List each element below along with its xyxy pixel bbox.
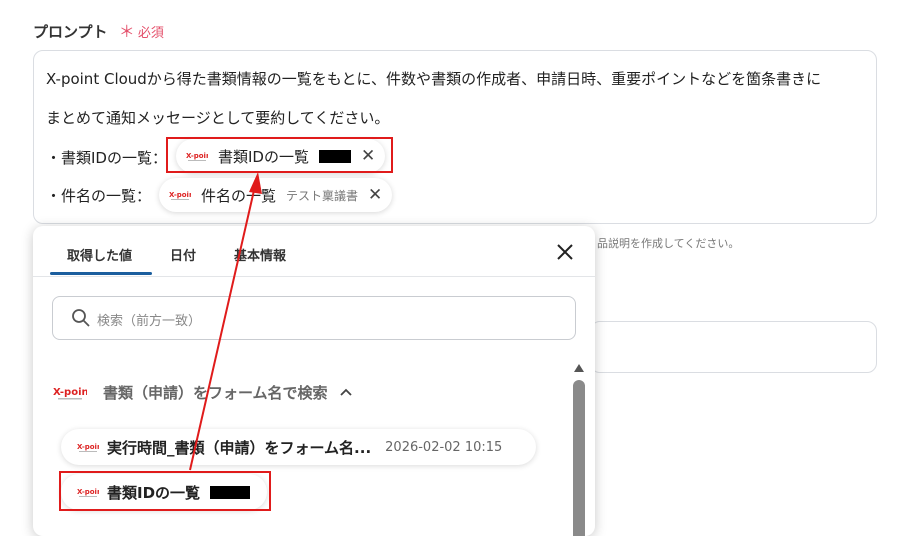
list-item[interactable]: X-point 実行時間_書類（申請）をフォーム名... 2026-02-02 … [61,429,536,465]
highlight-box-chip [166,137,393,173]
chip-value: テスト稟議書 [286,188,359,203]
group-header[interactable]: X-point 書類（申請）をフォーム名で検索 [53,382,352,403]
active-tab-indicator [50,272,152,275]
chip-label: 件名の一覧 [201,186,277,205]
close-icon[interactable] [555,242,575,266]
variable-chip-subjects[interactable]: X-point 件名の一覧 テスト稟議書 ✕ [159,178,393,212]
highlight-box-item [59,471,271,511]
required-text: 必須 [137,26,164,41]
svg-text:X-point: X-point [77,443,99,451]
chevron-up-icon[interactable] [339,385,352,399]
prompt-line-4: ・件名の一覧： [46,187,152,205]
svg-text:X-point: X-point [53,387,87,398]
search-input[interactable]: 検索（前方一致） [52,296,576,340]
scrollbar-thumb[interactable] [573,380,585,536]
group-title: 書類（申請）をフォーム名で検索 [103,384,328,402]
prompt-line-2: まとめて通知メッセージとして要約してください。 [46,109,390,127]
required-star: ＊ [118,22,135,41]
prompt-line-1: X-point Cloudから得た書類情報の一覧をもとに、件数や書類の作成者、申… [46,70,822,88]
field-label: プロンプト ＊必須 [33,18,164,42]
prompt-line-3: ・書類IDの一覧： [46,149,167,167]
item-label: 実行時間_書類（申請）をフォーム名... [107,438,372,457]
search-placeholder: 検索（前方一致） [97,314,202,329]
tab-date[interactable]: 日付 [170,245,196,264]
tab-bar: 取得した値 日付 基本情報 [33,226,595,277]
tab-basic-info[interactable]: 基本情報 [234,245,286,264]
field-label-text: プロンプト [33,23,108,41]
field-hint: 品説明を作成してください。 [597,237,740,250]
next-field-input[interactable] [590,321,877,373]
scroll-up-arrow[interactable] [574,364,584,372]
remove-chip-icon[interactable]: ✕ [368,185,382,205]
x-point-logo-icon: X-point [77,440,106,454]
required-badge: ＊必須 [119,22,164,41]
tab-acquired-values[interactable]: 取得した値 [67,245,132,264]
item-value: 2026-02-02 10:15 [385,439,503,455]
x-point-logo-icon: X-point [169,188,191,202]
search-icon [71,308,91,332]
x-point-logo-icon: X-point [53,383,94,403]
svg-text:X-point: X-point [169,191,191,199]
